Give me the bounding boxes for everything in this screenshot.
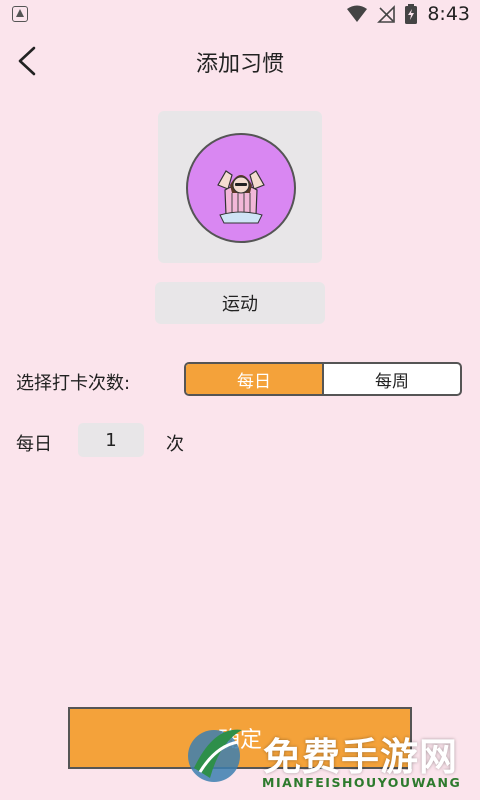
header: 添加习惯 <box>0 32 480 90</box>
status-bar: 8:43 <box>0 0 480 28</box>
app-notification-icon <box>12 6 28 22</box>
habit-name-field[interactable]: 运动 <box>155 282 325 324</box>
habit-icon-circle <box>186 133 296 243</box>
count-input[interactable]: 1 <box>78 423 144 457</box>
page-title: 添加习惯 <box>195 52 284 77</box>
count-prefix-label: 每日 <box>16 434 52 455</box>
watermark-text: 免费手游网 <box>263 735 459 779</box>
frequency-option-weekly[interactable]: 每周 <box>324 364 460 394</box>
count-suffix-label: 次 <box>166 434 184 455</box>
clock-time: 8:43 <box>427 3 470 25</box>
wifi-icon <box>347 5 368 22</box>
battery-charging-icon <box>405 4 418 24</box>
watermark-logo-icon <box>188 729 242 782</box>
habit-icon-picker[interactable] <box>158 111 322 263</box>
person-cheering-icon <box>217 170 265 224</box>
no-signal-icon <box>377 5 396 23</box>
watermark-subtext: MIANFEISHOUYOUWANG <box>262 775 462 790</box>
status-icons: 8:43 <box>347 3 470 25</box>
frequency-label: 选择打卡次数: <box>16 373 131 394</box>
frequency-option-daily[interactable]: 每日 <box>186 364 324 394</box>
frequency-segmented-control: 每日 每周 <box>184 362 462 396</box>
